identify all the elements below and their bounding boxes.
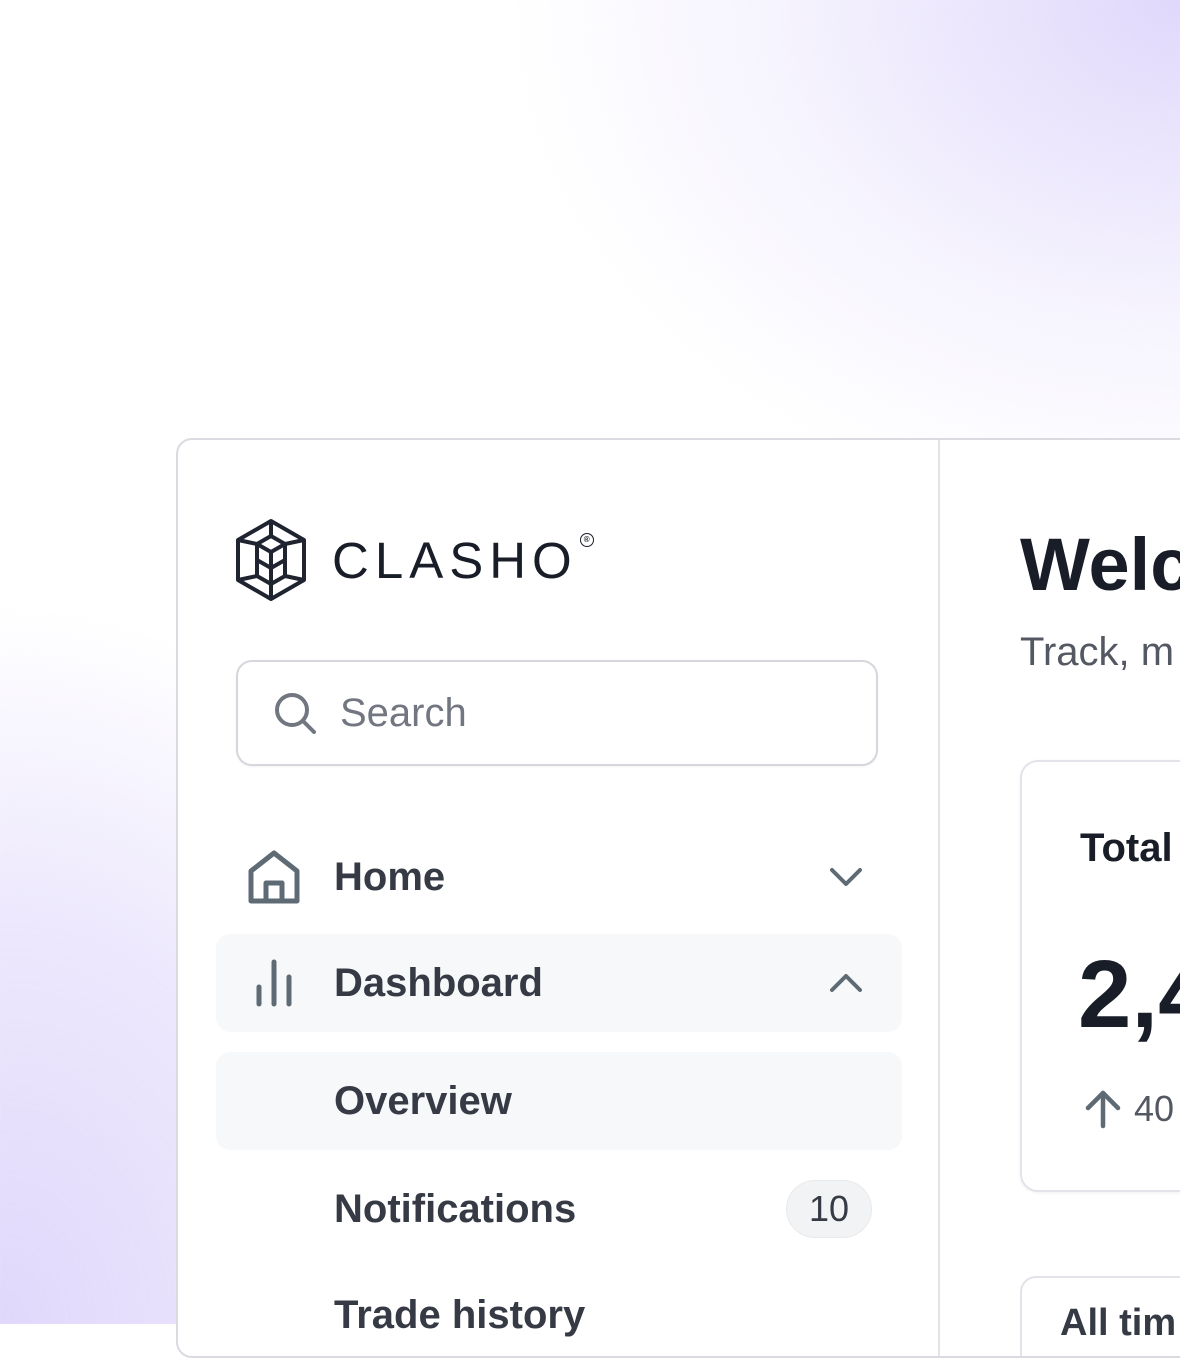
sidebar-item-label: Dashboard [334,960,543,1005]
cube-lattice-logo-icon [236,519,306,601]
search-box[interactable] [236,660,878,766]
time-filter-button[interactable]: All tim [1020,1276,1180,1356]
stat-card: Total 2,4 40 [1020,760,1180,1192]
home-icon [246,849,302,905]
sidebar: CLASHO® Home [178,440,940,1356]
sidebar-subitem-label: Notifications [334,1186,577,1231]
page-title: Welc [1020,523,1180,606]
chevron-up-icon[interactable] [826,963,866,1003]
sidebar-subitem-trade-history[interactable]: Trade history [216,1266,902,1356]
stat-card-trend: 40 [1084,1088,1174,1130]
app-window: CLASHO® Home [176,438,1180,1358]
stat-card-value: 2,4 [1078,941,1180,1048]
bar-chart-icon [246,955,302,1011]
sidebar-item-label: Home [334,854,446,899]
sidebar-subitem-overview[interactable]: Overview [216,1052,902,1150]
search-input[interactable] [338,689,842,737]
stat-card-trend-value: 40 [1134,1088,1175,1129]
sidebar-item-dashboard[interactable]: Dashboard [216,934,902,1032]
brand-name: CLASHO ® [332,531,594,590]
sidebar-subitem-label: Trade history [334,1292,586,1337]
registered-mark: ® [579,532,594,547]
page-subtitle: Track, m [1020,630,1175,674]
sidebar-subitem-label: Overview [334,1078,512,1123]
sidebar-subitem-notifications[interactable]: Notifications 10 [216,1160,902,1258]
search-icon [275,693,316,734]
logo[interactable]: CLASHO ® [234,518,594,602]
chevron-down-icon[interactable] [826,857,866,897]
arrow-up-icon [1085,1090,1121,1129]
stat-card-title: Total [1080,826,1173,870]
main-content: Welc Track, m Total 2,4 40 All tim [940,440,1180,1356]
notification-count-badge: 10 [786,1180,872,1238]
sidebar-item-home[interactable]: Home [216,828,902,926]
